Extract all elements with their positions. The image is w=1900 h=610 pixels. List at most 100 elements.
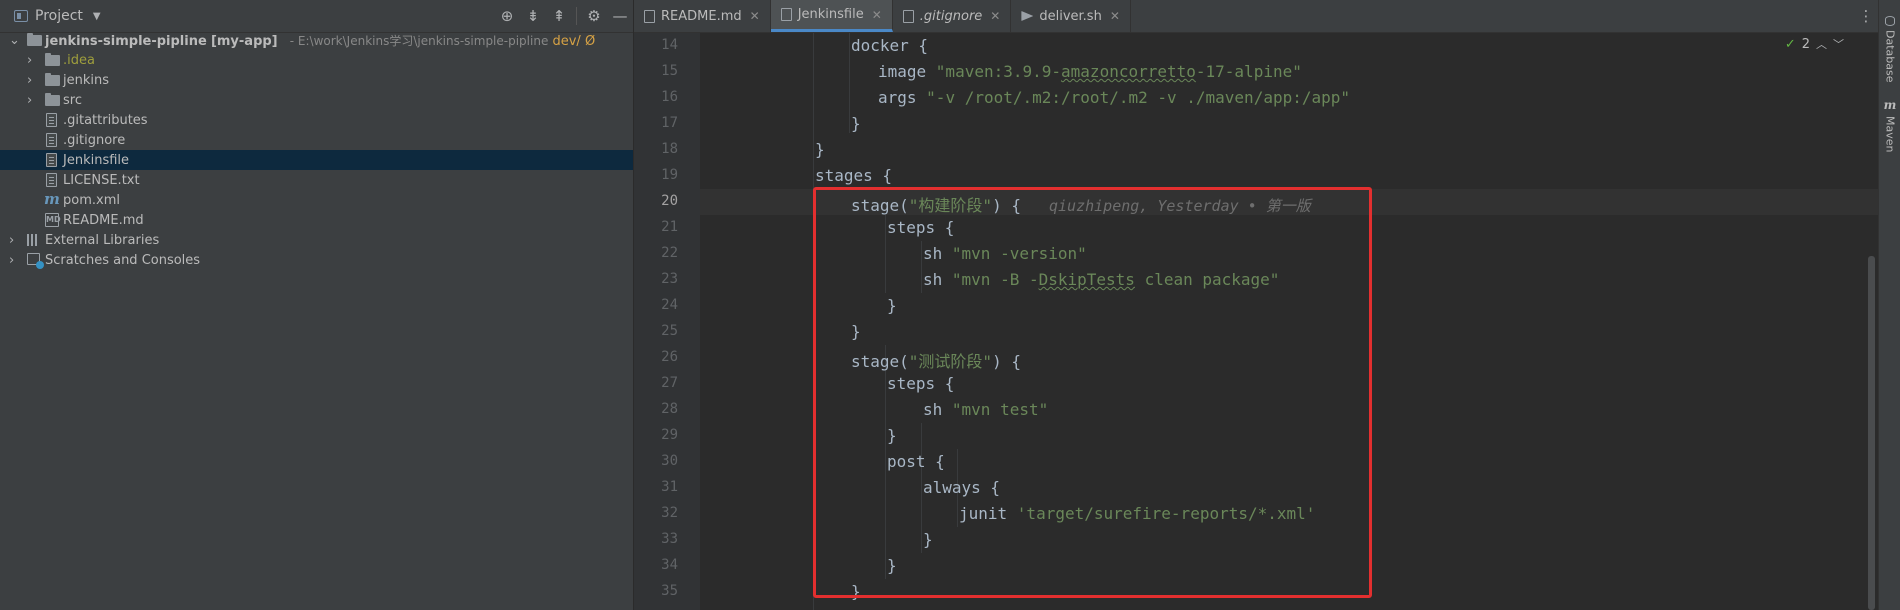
code-token: stages { [815,166,893,185]
tab-gitignore[interactable]: .gitignore ✕ [893,0,1012,32]
line-number: 27 [661,375,678,391]
tree-item-label: LICENSE.txt [63,172,140,188]
tab-readme[interactable]: README.md ✕ [634,0,771,32]
code-token: steps { [887,374,955,393]
file-icon [46,113,57,127]
line-number: 16 [661,89,678,105]
chevron-down-icon[interactable]: ▼ [93,11,101,22]
current-line-number: 20 [661,193,678,209]
code-line-18: } [815,140,825,159]
chevron-right-icon[interactable]: › [27,93,32,108]
tree-item-pom[interactable]: m pom.xml [0,190,633,210]
code-editor[interactable]: docker { image "maven:3.9.9-amazoncorret… [700,33,1878,610]
locate-icon[interactable]: ⊕ [494,3,520,29]
chevron-down-icon[interactable]: ﹀ [1833,36,1844,52]
shell-file-icon [1021,11,1034,21]
git-blame-annotation[interactable]: qiuzhipeng, Yesterday • 第一版 [1049,197,1311,215]
maven-tool-tab[interactable]: m Maven [1879,98,1900,152]
close-icon[interactable]: ✕ [990,9,1000,23]
tab-deliver-sh[interactable]: deliver.sh ✕ [1011,0,1131,32]
close-icon[interactable]: ✕ [750,9,760,23]
editor-tab-bar: README.md ✕ Jenkinsfile ✕ .gitignore ✕ d… [634,0,1878,33]
indent-guide [885,345,886,579]
code-token: ) { [992,196,1021,215]
chevron-right-icon[interactable]: › [27,73,32,88]
chevron-right-icon[interactable]: › [9,253,14,268]
line-number: 34 [661,557,678,573]
tree-item-label: .gitattributes [63,112,148,128]
gear-icon[interactable]: ⚙ [581,3,607,29]
inspection-widget[interactable]: ✓ 2 ︿ ﹀ [1785,36,1844,52]
tab-jenkinsfile[interactable]: Jenkinsfile ✕ [770,0,893,32]
tree-root-module: [my-app] [210,33,278,49]
string-token: -17-alpine" [1195,62,1302,81]
code-token: } [923,530,933,549]
tree-item-src[interactable]: › src [0,90,633,110]
expand-all-icon[interactable]: ⇟ [520,3,546,29]
indent-guide [813,33,814,610]
indent-guide [885,215,886,293]
tool-tab-label: Maven [1883,116,1897,153]
line-number: 15 [661,63,678,79]
tree-item-gitattributes[interactable]: .gitattributes [0,110,633,130]
tree-item-jenkinsfile[interactable]: Jenkinsfile [0,150,633,170]
code-token: sh [923,270,952,289]
tree-item-jenkins[interactable]: › jenkins [0,70,633,90]
tree-item-gitignore[interactable]: .gitignore [0,130,633,150]
tree-item-label: src [63,92,82,108]
code-line-28: sh "mvn test" [923,400,1048,419]
code-token: post { [887,452,945,471]
file-icon [46,153,57,167]
chevron-down-icon[interactable]: ⌄ [9,33,20,48]
line-number-gutter: 14 15 16 17 18 19 20 21 22 23 24 25 26 2… [634,33,700,610]
project-panel: Project ▼ ⊕ ⇟ ⇞ ⚙ — ⌄ jenkins-simple-pip… [0,0,633,610]
line-number: 23 [661,271,678,287]
database-tool-tab[interactable]: Database [1879,16,1900,83]
database-icon [1885,16,1895,26]
tree-item-label: pom.xml [63,192,120,208]
markdown-file-icon: MD [45,213,61,227]
minimize-icon[interactable]: — [607,3,633,29]
indent-guide [921,423,922,553]
tree-item-scratches[interactable]: › Scratches and Consoles [0,250,633,270]
code-token: sh [923,400,952,419]
vcs-branch: dev/ Ø [552,33,596,49]
right-tool-strip: Database m Maven [1878,0,1900,610]
string-token: "测试阶段" [908,352,993,371]
code-token: } [815,140,825,159]
tree-item-label: jenkins [63,72,110,88]
string-token: "mvn -B - [951,270,1039,289]
code-line-19: stages { [815,166,892,185]
tree-item-license[interactable]: LICENSE.txt [0,170,633,190]
code-line-34: } [887,556,897,575]
collapse-all-icon[interactable]: ⇞ [546,3,572,29]
checkmark-icon: ✓ [1784,36,1796,52]
tree-item-label: .gitignore [63,132,126,148]
tree-item-root[interactable]: ⌄ jenkins-simple-pipline [my-app] - E:\w… [0,30,633,50]
tab-label: .gitignore [919,8,983,24]
chevron-right-icon[interactable]: › [9,233,14,248]
more-options-icon[interactable]: ⋮ [1854,0,1878,32]
close-icon[interactable]: ✕ [1110,9,1120,23]
code-token: } [851,582,861,601]
tree-item-idea[interactable]: › .idea [0,50,633,70]
code-token: ) { [992,352,1021,371]
tree-item-external-libraries[interactable]: › External Libraries [0,230,633,250]
code-token: junit [959,504,1017,523]
code-token: docker { [851,36,929,55]
vertical-scrollbar[interactable] [1868,256,1875,610]
code-token: sh [923,244,952,263]
project-view-selector[interactable]: Project ▼ [0,8,101,24]
maven-icon: m [1883,98,1897,112]
markdown-file-icon [644,9,655,23]
code-token: steps { [887,218,955,237]
chevron-up-icon[interactable]: ︿ [1816,36,1827,52]
tree-item-label: Scratches and Consoles [45,252,201,268]
close-icon[interactable]: ✕ [872,8,882,22]
line-number: 33 [661,531,678,547]
gitignore-file-icon [46,133,57,147]
tree-root-label: jenkins-simple-pipline [my-app] - E:\wor… [45,32,595,49]
chevron-right-icon[interactable]: › [27,53,32,68]
tree-item-readme[interactable]: MD README.md [0,210,633,230]
code-line-32: junit 'target/surefire-reports/*.xml' [959,504,1315,523]
